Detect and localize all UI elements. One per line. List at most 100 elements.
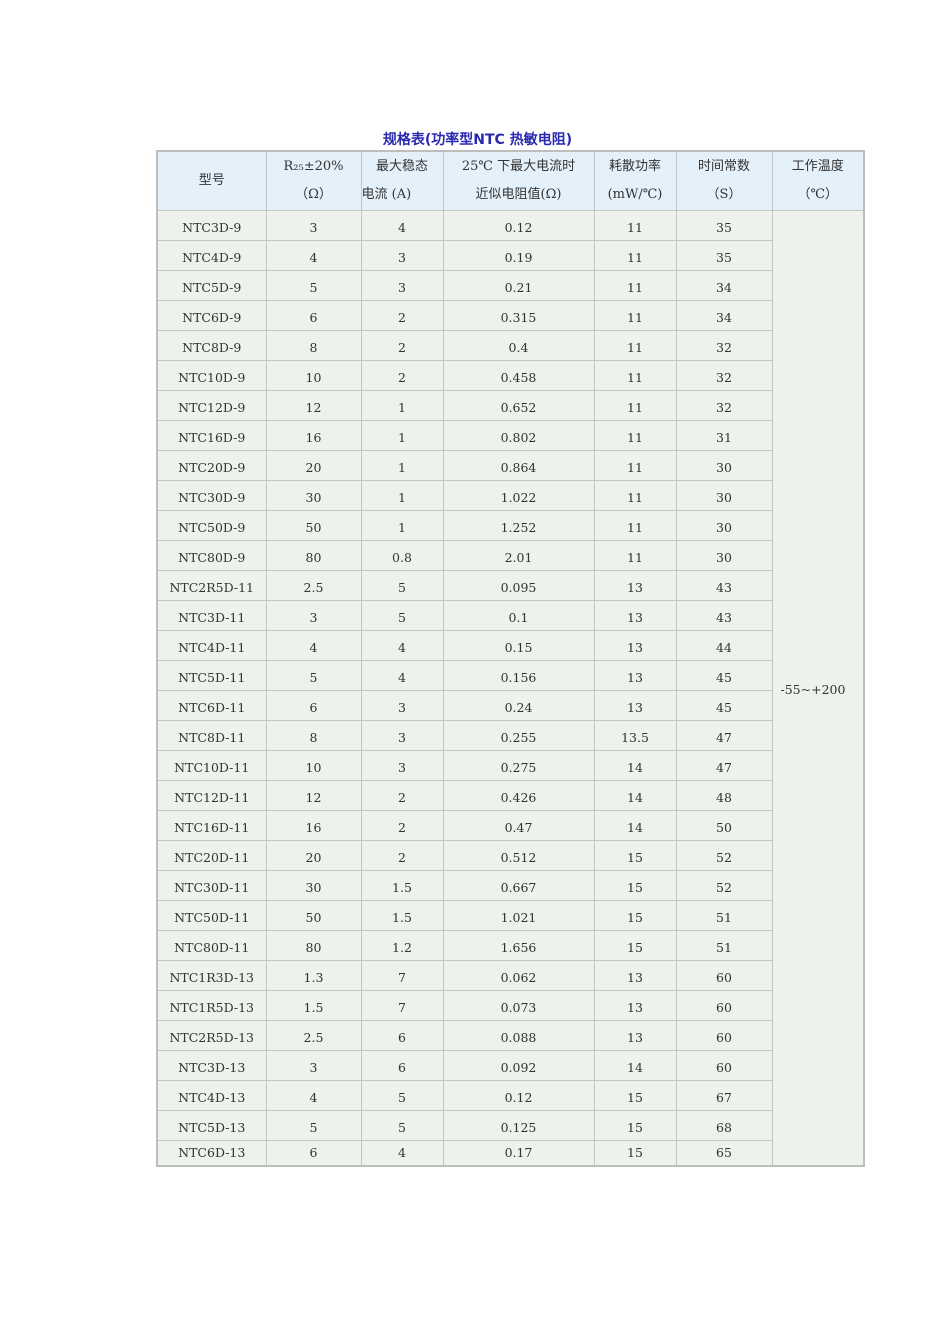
cell-time-constant: 60 bbox=[675, 960, 773, 991]
cell-max-current: 2 bbox=[360, 810, 444, 841]
cell-resistance-at-max-current: 0.073 bbox=[442, 990, 595, 1021]
table-row: NTC10D-9 10 2 0.458 11 32 bbox=[156, 360, 864, 391]
cell-max-current: 3 bbox=[360, 270, 444, 301]
table-row: NTC12D-11 12 2 0.426 14 48 bbox=[156, 780, 864, 811]
header-max-current-line: 最大稳态 bbox=[375, 159, 428, 174]
cell-model: NTC1R3D-13 bbox=[156, 960, 267, 991]
cell-resistance: 2.5 bbox=[265, 1020, 362, 1051]
cell-max-current: 7 bbox=[360, 990, 444, 1021]
cell-resistance: 30 bbox=[265, 480, 362, 511]
cell-model: NTC16D-9 bbox=[156, 420, 267, 451]
cell-resistance: 20 bbox=[265, 840, 362, 871]
cell-resistance: 10 bbox=[265, 360, 362, 391]
cell-resistance-at-max-current: 0.255 bbox=[442, 720, 595, 751]
cell-time-constant: 31 bbox=[675, 420, 773, 451]
cell-max-current: 2 bbox=[360, 330, 444, 361]
cell-time-constant: 65 bbox=[675, 1140, 773, 1166]
cell-model: NTC30D-9 bbox=[156, 480, 267, 511]
table-row: NTC5D-11 5 4 0.156 13 45 bbox=[156, 660, 864, 691]
cell-model: NTC6D-11 bbox=[156, 690, 267, 721]
cell-resistance-at-max-current: 0.12 bbox=[442, 210, 595, 241]
cell-resistance: 4 bbox=[265, 240, 362, 271]
spec-table: 型号 R₂₅±20% （Ω） 最大稳态 电流 (A) 25℃ 下最大电流时 近似电阻值(Ω)… bbox=[156, 150, 865, 1167]
cell-resistance-at-max-current: 0.864 bbox=[442, 450, 595, 481]
cell-dissipation: 15 bbox=[593, 900, 677, 931]
cell-dissipation: 15 bbox=[593, 840, 677, 871]
cell-resistance-at-max-current: 2.01 bbox=[442, 540, 595, 571]
cell-max-current: 3 bbox=[360, 240, 444, 271]
cell-resistance: 16 bbox=[265, 810, 362, 841]
cell-resistance: 3 bbox=[265, 600, 362, 631]
cell-resistance: 16 bbox=[265, 420, 362, 451]
cell-max-current: 1.5 bbox=[360, 900, 444, 931]
cell-max-current: 5 bbox=[360, 1080, 444, 1111]
cell-resistance-at-max-current: 0.315 bbox=[442, 300, 595, 331]
cell-dissipation: 15 bbox=[593, 1080, 677, 1111]
header-dissipation-line: 耗散功率 bbox=[608, 159, 661, 174]
cell-time-constant: 30 bbox=[675, 450, 773, 481]
cell-resistance-at-max-current: 0.458 bbox=[442, 360, 595, 391]
header-dissipation-line: (mW/℃) bbox=[607, 187, 663, 202]
cell-dissipation: 13 bbox=[593, 570, 677, 601]
cell-max-current: 4 bbox=[360, 1140, 444, 1166]
cell-time-constant: 52 bbox=[675, 840, 773, 871]
cell-resistance: 2.5 bbox=[265, 570, 362, 601]
cell-max-current: 2 bbox=[360, 840, 444, 871]
cell-dissipation: 15 bbox=[593, 1140, 677, 1166]
cell-dissipation: 15 bbox=[593, 930, 677, 961]
cell-resistance: 4 bbox=[265, 630, 362, 661]
cell-resistance-at-max-current: 0.275 bbox=[442, 750, 595, 781]
cell-model: NTC12D-11 bbox=[156, 780, 267, 811]
cell-max-current: 4 bbox=[360, 210, 444, 241]
cell-resistance-at-max-current: 1.252 bbox=[442, 510, 595, 541]
cell-time-constant: 47 bbox=[675, 750, 773, 781]
cell-model: NTC3D-9 bbox=[156, 210, 267, 241]
cell-time-constant: 45 bbox=[675, 690, 773, 721]
cell-resistance: 6 bbox=[265, 300, 362, 331]
cell-resistance: 5 bbox=[265, 270, 362, 301]
header-row: 型号 R₂₅±20% （Ω） 最大稳态 电流 (A) 25℃ 下最大电流时 近似电阻值(Ω)… bbox=[156, 150, 865, 211]
cell-time-constant: 51 bbox=[675, 900, 773, 931]
cell-resistance-at-max-current: 1.022 bbox=[442, 480, 595, 511]
cell-max-current: 6 bbox=[360, 1050, 444, 1081]
header-max-current: 最大稳态 电流 (A) bbox=[360, 150, 444, 211]
table-row: NTC5D-9 5 3 0.21 11 34 bbox=[156, 270, 864, 301]
table-row: NTC20D-11 20 2 0.512 15 52 bbox=[156, 840, 864, 871]
cell-model: NTC6D-9 bbox=[156, 300, 267, 331]
cell-resistance-at-max-current: 1.656 bbox=[442, 930, 595, 961]
cell-resistance-at-max-current: 0.125 bbox=[442, 1110, 595, 1141]
header-resistance-line: （Ω） bbox=[295, 187, 332, 202]
cell-max-current: 2 bbox=[360, 360, 444, 391]
cell-model: NTC5D-11 bbox=[156, 660, 267, 691]
cell-dissipation: 11 bbox=[593, 390, 677, 421]
cell-time-constant: 60 bbox=[675, 1020, 773, 1051]
cell-resistance-at-max-current: 0.092 bbox=[442, 1050, 595, 1081]
cell-dissipation: 13 bbox=[593, 690, 677, 721]
table-row: NTC4D-9 4 3 0.19 11 35 bbox=[156, 240, 864, 271]
table-row: NTC16D-11 16 2 0.47 14 50 bbox=[156, 810, 864, 841]
cell-dissipation: 14 bbox=[593, 1050, 677, 1081]
table-row: NTC50D-9 50 1 1.252 11 30 bbox=[156, 510, 864, 541]
cell-max-current: 6 bbox=[360, 1020, 444, 1051]
cell-dissipation: 13 bbox=[593, 960, 677, 991]
cell-dissipation: 11 bbox=[593, 420, 677, 451]
cell-time-constant: 60 bbox=[675, 990, 773, 1021]
table-row: NTC4D-13 4 5 0.12 15 67 bbox=[156, 1080, 864, 1111]
cell-time-constant: 35 bbox=[675, 240, 773, 271]
cell-time-constant: 35 bbox=[675, 210, 773, 241]
cell-operating-temp: -55~+200 bbox=[771, 210, 865, 1166]
table-row: NTC80D-9 80 0.8 2.01 11 30 bbox=[156, 540, 864, 571]
cell-resistance: 1.3 bbox=[265, 960, 362, 991]
table-title: 规格表(功率型NTC 热敏电阻) bbox=[382, 132, 573, 148]
cell-time-constant: 52 bbox=[675, 870, 773, 901]
cell-max-current: 5 bbox=[360, 1110, 444, 1141]
cell-model: NTC3D-13 bbox=[156, 1050, 267, 1081]
cell-time-constant: 34 bbox=[675, 270, 773, 301]
cell-resistance-at-max-current: 0.095 bbox=[442, 570, 595, 601]
cell-max-current: 7 bbox=[360, 960, 444, 991]
cell-resistance-at-max-current: 0.21 bbox=[442, 270, 595, 301]
header-model: 型号 bbox=[156, 150, 267, 211]
cell-resistance: 12 bbox=[265, 390, 362, 421]
cell-resistance: 12 bbox=[265, 780, 362, 811]
table-row: NTC3D-9 3 4 0.12 11 35 -55~+200 bbox=[156, 210, 865, 1166]
